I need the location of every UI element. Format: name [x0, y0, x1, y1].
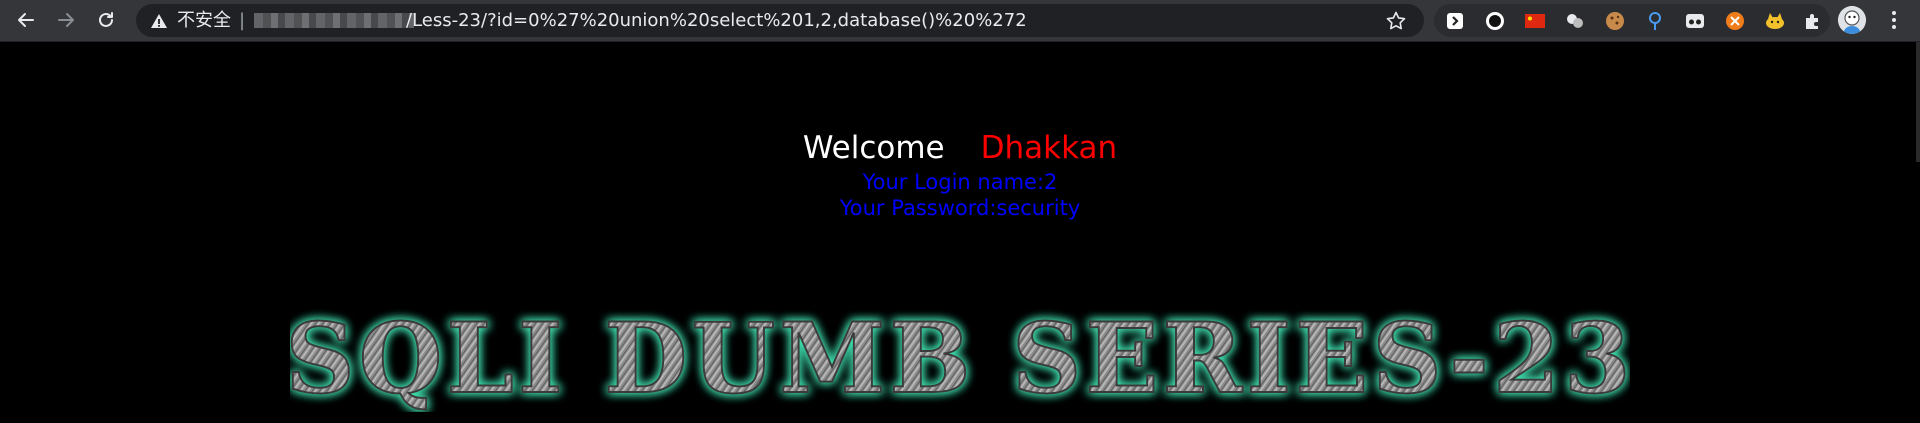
security-label[interactable]: 不安全 [177, 4, 231, 37]
bookmark-star-icon[interactable] [1385, 10, 1407, 32]
address-separator: | [239, 10, 246, 31]
forward-arrow-icon [58, 13, 74, 27]
cat-icon[interactable] [1765, 11, 1785, 31]
cloud-icon[interactable] [1565, 11, 1585, 31]
page-content: Welcome Dhakkan Your Login name:2 Your Pa… [0, 42, 1920, 423]
welcome-text: Welcome [802, 130, 945, 166]
blurred-host [254, 13, 414, 28]
page-scrollbar[interactable] [1916, 42, 1920, 162]
login-name-text: Your Login name:2 [862, 170, 1058, 194]
password-text: Your Password:security [839, 196, 1081, 220]
cookie-icon[interactable] [1605, 11, 1625, 31]
back-arrow-icon [18, 13, 34, 27]
back-button[interactable] [12, 6, 40, 34]
pin-icon[interactable] [1645, 11, 1665, 31]
address-bar[interactable]: 不安全 | /Less-23/?id=0%27%20union%20select… [136, 4, 1424, 37]
welcome-line: Welcome Dhakkan [0, 130, 1920, 166]
username-text: Dhakkan [980, 130, 1118, 166]
browser-toolbar: 不安全 | /Less-23/?id=0%27%20union%20select… [0, 0, 1920, 42]
extensions-area [1434, 4, 1830, 37]
mask-icon[interactable] [1685, 11, 1705, 31]
orange-circle-icon[interactable] [1725, 11, 1745, 31]
circle-record-icon[interactable] [1485, 11, 1505, 31]
reload-button[interactable] [92, 6, 120, 34]
reader-icon[interactable] [1445, 11, 1465, 31]
browser-menu-button[interactable] [1880, 6, 1908, 34]
profile-avatar[interactable] [1838, 6, 1866, 34]
url-text[interactable]: /Less-23/?id=0%27%20union%20select%201,2… [406, 4, 1027, 37]
china-flag-icon[interactable] [1525, 11, 1545, 31]
banner-text: SQLI DUMB SERIES-23 [290, 302, 1630, 412]
sqli-series-banner: SQLI DUMB SERIES-23 [290, 301, 1630, 412]
reload-icon [99, 12, 113, 27]
puzzle-icon[interactable] [1803, 11, 1823, 31]
profile-icon [1838, 6, 1866, 34]
kebab-menu-icon [1892, 11, 1896, 29]
forward-button[interactable] [52, 6, 80, 34]
warning-icon[interactable] [150, 12, 168, 30]
